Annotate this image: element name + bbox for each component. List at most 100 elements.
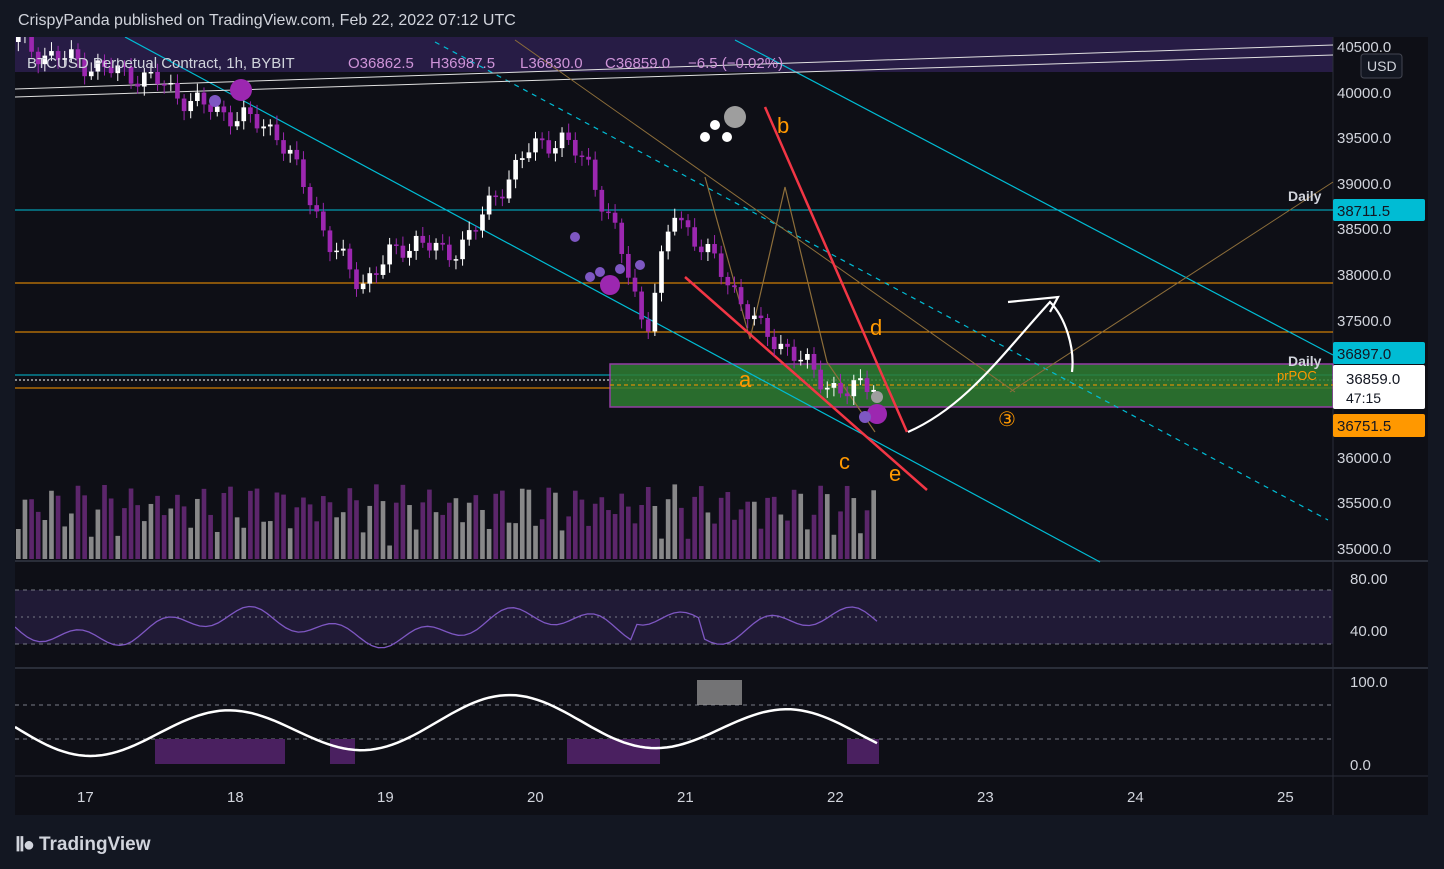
candle-body[interactable] <box>281 140 286 154</box>
candle-body[interactable] <box>705 244 711 253</box>
candle-body[interactable] <box>738 287 744 305</box>
candle-body[interactable] <box>135 83 140 87</box>
candle-body[interactable] <box>287 149 293 154</box>
candle-body[interactable] <box>791 346 797 361</box>
candle-body[interactable] <box>493 195 499 198</box>
candle-body[interactable] <box>321 211 326 231</box>
candle-body[interactable] <box>427 242 432 251</box>
candle-body[interactable] <box>679 217 684 221</box>
candle-body[interactable] <box>824 387 830 390</box>
candle-body[interactable] <box>460 239 465 260</box>
candle-body[interactable] <box>811 354 817 370</box>
candle-body[interactable] <box>374 273 379 275</box>
candle-body[interactable] <box>274 124 280 141</box>
candle-body[interactable] <box>360 283 366 290</box>
candle-body[interactable] <box>546 140 552 154</box>
candle-body[interactable] <box>533 138 538 153</box>
candle-body[interactable] <box>500 196 505 199</box>
candle-body[interactable] <box>453 259 459 261</box>
candle-body[interactable] <box>586 156 591 160</box>
candle-body[interactable] <box>148 72 154 74</box>
candle-body[interactable] <box>606 211 611 214</box>
candle-body[interactable] <box>566 132 571 140</box>
candle-body[interactable] <box>599 189 605 212</box>
candle-body[interactable] <box>201 92 207 105</box>
candle-body[interactable] <box>155 72 160 85</box>
candle-body[interactable] <box>141 72 147 87</box>
candle-body[interactable] <box>413 235 419 251</box>
candle-body[interactable] <box>805 354 810 360</box>
candle-body[interactable] <box>301 159 306 188</box>
candle-body[interactable] <box>519 158 525 160</box>
candle-body[interactable] <box>612 212 618 223</box>
candle-body[interactable] <box>778 343 784 350</box>
candle-body[interactable] <box>692 227 697 247</box>
candle-body[interactable] <box>818 369 823 390</box>
candle-body[interactable] <box>645 319 651 332</box>
candle-body[interactable] <box>473 230 479 232</box>
candle-body[interactable] <box>188 101 194 112</box>
candle-body[interactable] <box>858 378 863 381</box>
candle-body[interactable] <box>785 343 790 347</box>
candle-body[interactable] <box>400 245 406 258</box>
candle-body[interactable] <box>526 152 532 159</box>
tradingview-logo[interactable]: Ⅱ● TradingView <box>15 832 151 857</box>
candle-body[interactable] <box>685 220 691 228</box>
candle-body[interactable] <box>844 393 850 397</box>
candle-body[interactable] <box>665 231 671 252</box>
candle-body[interactable] <box>248 107 253 115</box>
candle-body[interactable] <box>181 98 187 112</box>
candle-body[interactable] <box>161 84 167 86</box>
candle-body[interactable] <box>340 248 346 251</box>
candle-body[interactable] <box>15 37 21 42</box>
candle-body[interactable] <box>771 336 777 350</box>
candle-body[interactable] <box>294 149 300 160</box>
candle-body[interactable] <box>214 106 220 112</box>
chart-svg[interactable]: a b c d e ③ BTCUSD Perpetual Contract, 1… <box>15 37 1428 815</box>
candle-body[interactable] <box>440 242 446 245</box>
candle-body[interactable] <box>698 246 704 253</box>
candle-body[interactable] <box>327 230 333 253</box>
candle-body[interactable] <box>466 230 472 240</box>
candle-body[interactable] <box>732 285 737 288</box>
candle-body[interactable] <box>553 148 558 154</box>
candle-body[interactable] <box>539 138 545 141</box>
candle-body[interactable] <box>745 304 751 320</box>
candle-body[interactable] <box>254 114 260 129</box>
candle-body[interactable] <box>632 277 638 292</box>
candle-body[interactable] <box>864 378 870 392</box>
candle-body[interactable] <box>758 315 764 319</box>
candle-body[interactable] <box>851 380 857 397</box>
candle-body[interactable] <box>228 112 233 127</box>
candle-body[interactable] <box>718 253 724 277</box>
candle-body[interactable] <box>354 269 359 290</box>
candle-body[interactable] <box>559 132 565 149</box>
candle-body[interactable] <box>506 179 512 199</box>
candle-body[interactable] <box>639 291 644 320</box>
candle-body[interactable] <box>367 273 373 284</box>
candle-body[interactable] <box>652 292 658 332</box>
candle-body[interactable] <box>798 359 804 362</box>
candle-body[interactable] <box>175 82 180 99</box>
candle-body[interactable] <box>334 250 339 253</box>
candle-body[interactable] <box>712 244 717 254</box>
candle-body[interactable] <box>347 248 353 270</box>
candle-body[interactable] <box>168 82 174 85</box>
candle-body[interactable] <box>579 155 585 158</box>
candle-body[interactable] <box>261 126 266 129</box>
candle-body[interactable] <box>725 276 731 286</box>
candle-body[interactable] <box>88 71 94 77</box>
candle-body[interactable] <box>831 382 837 388</box>
candle-body[interactable] <box>387 244 392 265</box>
candle-body[interactable] <box>267 124 273 127</box>
candle-body[interactable] <box>407 250 412 258</box>
candle-body[interactable] <box>513 159 518 180</box>
candle-body[interactable] <box>486 195 492 215</box>
candle-body[interactable] <box>480 214 485 231</box>
candle-body[interactable] <box>234 121 240 127</box>
chart-area[interactable]: a b c d e ③ BTCUSD Perpetual Contract, 1… <box>15 37 1428 815</box>
candle-body[interactable] <box>29 37 34 52</box>
candle-body[interactable] <box>433 242 439 251</box>
price-pane[interactable] <box>15 37 1333 559</box>
candle-body[interactable] <box>446 244 452 261</box>
